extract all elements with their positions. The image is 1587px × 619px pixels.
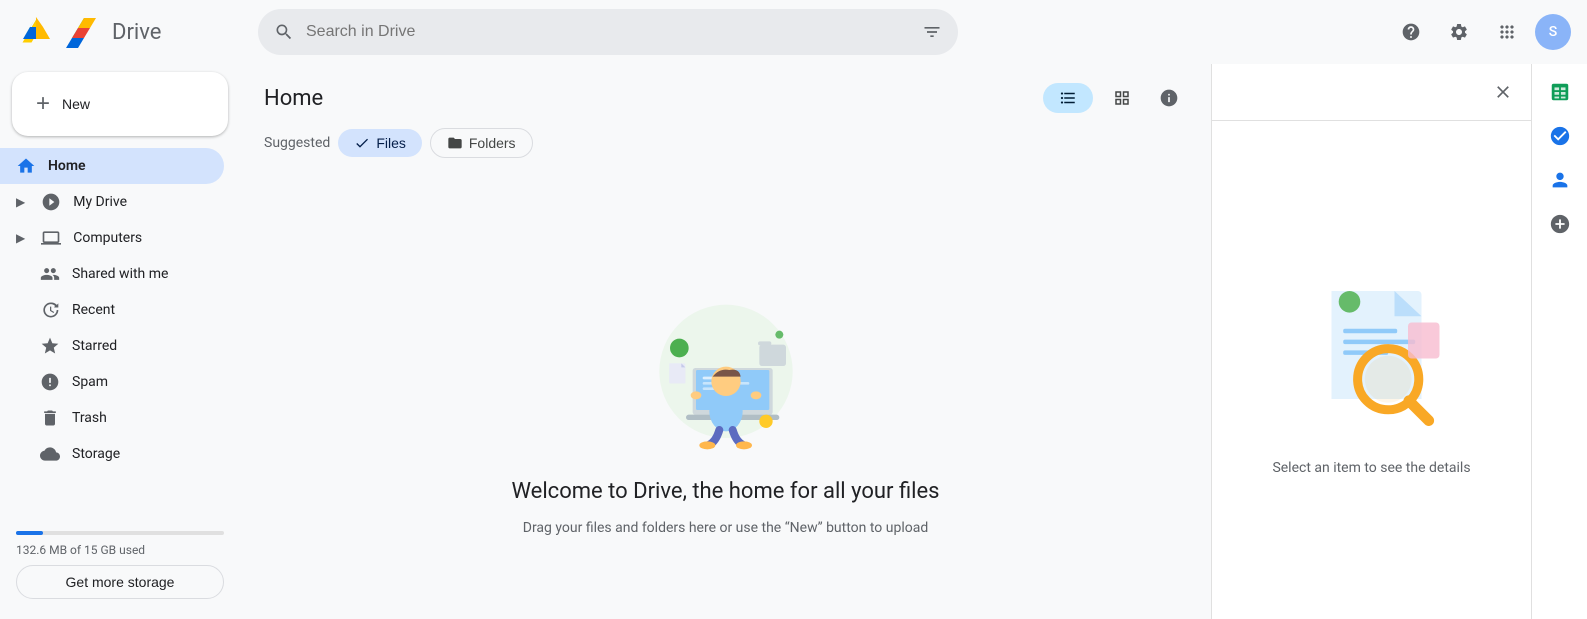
empty-state-subtitle: Drag your files and folders here or use …	[523, 520, 928, 536]
right-panel-content: Select an item to see the details	[1212, 121, 1531, 619]
sidebar-item-recent[interactable]: Recent	[0, 292, 224, 328]
filter-suggested-label: Suggested	[264, 135, 330, 151]
trash-icon	[40, 408, 60, 428]
topbar: Drive S	[0, 0, 1587, 64]
sidebar-item-spam[interactable]: Spam	[0, 364, 224, 400]
contacts-icon-button[interactable]	[1540, 160, 1580, 200]
topbar-right: S	[1391, 12, 1571, 52]
empty-state-illustration	[626, 253, 826, 463]
sidebar-item-my-drive[interactable]: ▶ My Drive	[0, 184, 224, 220]
filter-folders-button[interactable]: Folders	[430, 128, 533, 158]
search-icon	[274, 22, 294, 42]
icon-strip	[1531, 64, 1587, 619]
filter-row: Suggested Files Folders	[240, 128, 1211, 170]
check-icon	[354, 135, 370, 151]
sidebar-item-trash[interactable]: Trash	[0, 400, 224, 436]
star-icon	[40, 336, 60, 356]
sidebar-item-my-drive-label: My Drive	[73, 194, 127, 210]
drive-logo-icon	[16, 12, 56, 52]
close-panel-button[interactable]	[1483, 72, 1523, 112]
logo-area: Drive	[16, 12, 246, 52]
storage-icon	[40, 444, 60, 464]
storage-text: 132.6 MB of 15 GB used	[16, 543, 224, 557]
new-button-label: New	[62, 96, 90, 112]
filter-files-label: Files	[376, 135, 406, 151]
sheets-icon-button[interactable]	[1540, 72, 1580, 112]
apps-button[interactable]	[1487, 12, 1527, 52]
grid-view-button[interactable]	[1097, 83, 1147, 113]
folder-icon	[447, 135, 463, 151]
get-more-storage-button[interactable]: Get more storage	[16, 565, 224, 599]
search-bar[interactable]	[258, 9, 958, 55]
home-icon	[16, 156, 36, 176]
sidebar-item-computers-label: Computers	[73, 230, 142, 246]
chevron-right-icon: ▶	[16, 195, 25, 209]
storage-bar-background	[16, 531, 224, 535]
main-layout: + New Home ▶ My Drive ▶ Computers	[0, 64, 1587, 619]
list-view-button[interactable]	[1043, 83, 1093, 113]
sidebar-item-starred-label: Starred	[72, 338, 117, 354]
checkmark-list-icon	[1059, 89, 1077, 107]
search-input[interactable]	[306, 23, 910, 41]
sidebar-item-starred[interactable]: Starred	[0, 328, 224, 364]
plus-icon: +	[36, 90, 50, 118]
sidebar-item-computers[interactable]: ▶ Computers	[0, 220, 224, 256]
grid-view-icon	[1113, 89, 1131, 107]
new-button[interactable]: + New	[12, 72, 228, 136]
search-options-icon[interactable]	[922, 22, 942, 42]
sidebar-item-trash-label: Trash	[72, 410, 107, 426]
sidebar-item-shared-label: Shared with me	[72, 266, 168, 282]
settings-button[interactable]	[1439, 12, 1479, 52]
storage-area: 132.6 MB of 15 GB used Get more storage	[0, 511, 240, 611]
filter-folders-label: Folders	[469, 135, 516, 151]
shared-icon	[40, 264, 60, 284]
sidebar-item-home-label: Home	[48, 158, 86, 174]
content-area: Home Suggested Files F	[240, 64, 1211, 619]
empty-state: Welcome to Drive, the home for all your …	[240, 170, 1211, 619]
sidebar-item-storage[interactable]: Storage	[0, 436, 224, 472]
recent-icon	[40, 300, 60, 320]
new-button-wrap: + New	[0, 72, 240, 148]
details-empty-text: Select an item to see the details	[1272, 460, 1470, 476]
sidebar: + New Home ▶ My Drive ▶ Computers	[0, 64, 240, 619]
sidebar-item-home[interactable]: Home	[0, 148, 224, 184]
empty-state-title: Welcome to Drive, the home for all your …	[511, 479, 939, 504]
computer-icon	[41, 228, 61, 248]
info-button[interactable]	[1151, 80, 1187, 116]
page-title: Home	[264, 86, 323, 111]
details-illustration	[1282, 264, 1462, 444]
sidebar-item-spam-label: Spam	[72, 374, 108, 390]
google-drive-logo	[64, 12, 104, 52]
chevron-right-icon-2: ▶	[16, 231, 25, 245]
my-drive-icon	[41, 192, 61, 212]
view-controls	[1043, 80, 1187, 116]
right-panel-header	[1212, 64, 1531, 121]
user-avatar[interactable]: S	[1535, 14, 1571, 50]
storage-bar-fill	[16, 531, 43, 535]
filter-files-button[interactable]: Files	[338, 129, 422, 157]
help-button[interactable]	[1391, 12, 1431, 52]
sidebar-item-storage-label: Storage	[72, 446, 120, 462]
spam-icon	[40, 372, 60, 392]
sidebar-item-recent-label: Recent	[72, 302, 115, 318]
right-panel: Select an item to see the details	[1211, 64, 1531, 619]
content-header: Home	[240, 64, 1211, 128]
app-title: Drive	[112, 20, 161, 45]
sidebar-item-shared[interactable]: Shared with me	[0, 256, 224, 292]
tasks-icon-button[interactable]	[1540, 116, 1580, 156]
add-more-button[interactable]	[1540, 204, 1580, 244]
